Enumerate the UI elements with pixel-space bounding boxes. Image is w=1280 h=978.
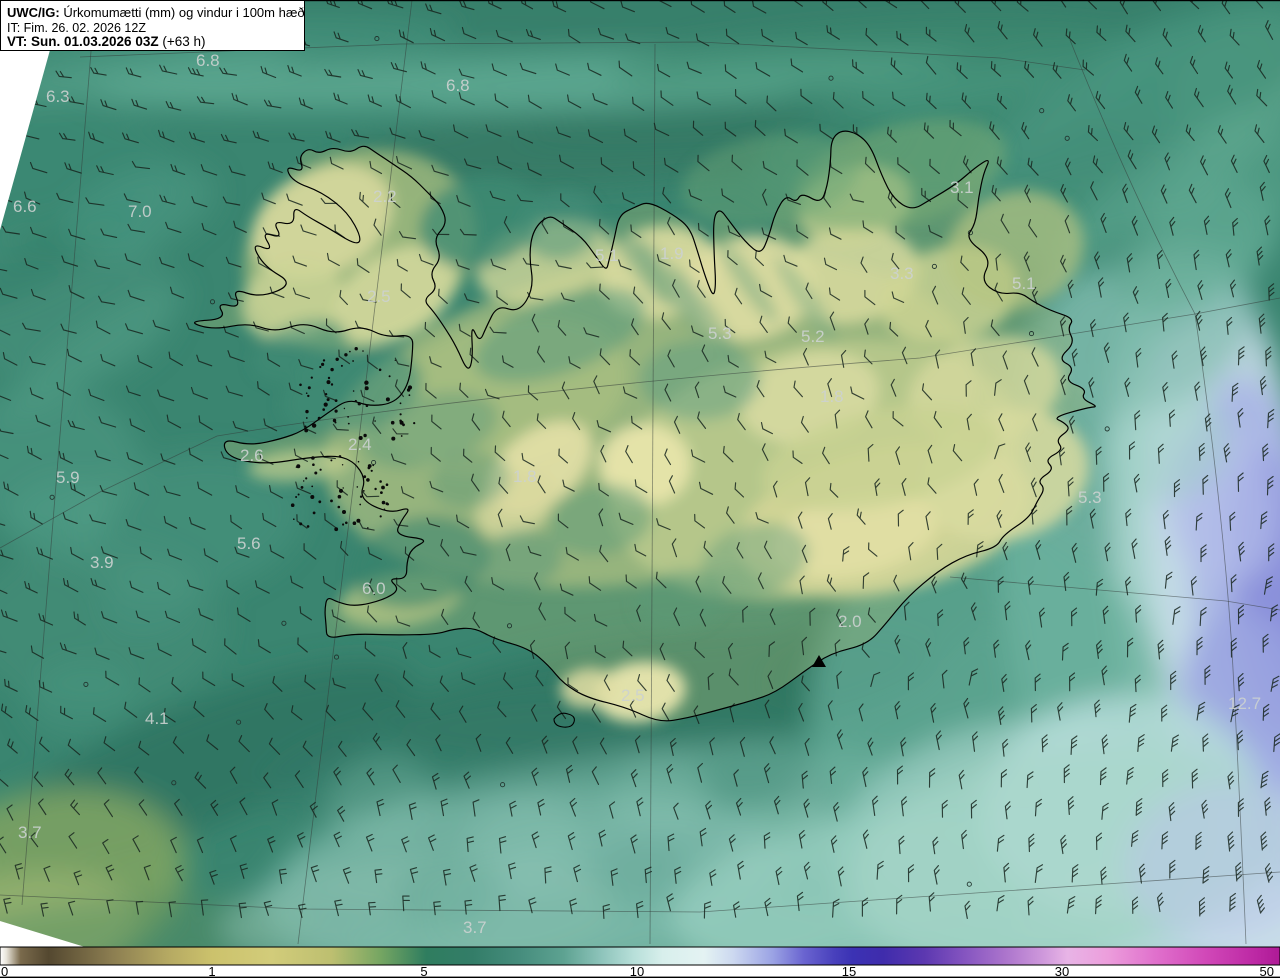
svg-text:6.8: 6.8 (196, 51, 220, 70)
svg-text:UWC/IG: Úrkomumætti (mm) og vi: UWC/IG: Úrkomumætti (mm) og vindur i 100… (7, 5, 305, 20)
svg-text:2.5: 2.5 (367, 287, 391, 306)
svg-text:1.9: 1.9 (660, 244, 684, 263)
svg-text:2.6: 2.6 (240, 446, 264, 465)
svg-text:3.7: 3.7 (18, 823, 42, 842)
svg-text:4.1: 4.1 (145, 709, 169, 728)
svg-text:6.6: 6.6 (13, 197, 37, 216)
svg-text:1: 1 (208, 964, 215, 978)
svg-text:1.8: 1.8 (513, 467, 537, 486)
svg-text:12.7: 12.7 (1228, 694, 1261, 713)
svg-text:2.4: 2.4 (348, 435, 372, 454)
svg-text:IT: Fim. 26. 02. 2026 12Z: IT: Fim. 26. 02. 2026 12Z (7, 21, 146, 35)
svg-text:15: 15 (842, 964, 856, 978)
svg-text:VT: Sun. 01.03.2026 03Z (+63 h: VT: Sun. 01.03.2026 03Z (+63 h) (7, 34, 206, 49)
svg-text:10: 10 (630, 964, 644, 978)
svg-text:5.1: 5.1 (595, 246, 619, 265)
svg-text:5.6: 5.6 (237, 534, 261, 553)
svg-text:50: 50 (1260, 964, 1274, 978)
svg-text:5.3: 5.3 (708, 324, 732, 343)
svg-text:6.3: 6.3 (46, 87, 70, 106)
svg-text:1.8: 1.8 (820, 387, 844, 406)
svg-text:2.5: 2.5 (621, 686, 645, 705)
svg-text:2.0: 2.0 (838, 612, 862, 631)
svg-text:3.7: 3.7 (463, 918, 487, 937)
svg-text:3.9: 3.9 (90, 553, 114, 572)
svg-text:5.3: 5.3 (1078, 488, 1102, 507)
svg-text:3.3: 3.3 (890, 264, 914, 283)
svg-text:5.1: 5.1 (1012, 274, 1036, 293)
svg-text:5: 5 (420, 964, 427, 978)
svg-text:5.9: 5.9 (56, 468, 80, 487)
svg-text:0: 0 (1, 964, 8, 978)
svg-text:6.0: 6.0 (362, 579, 386, 598)
svg-text:7.0: 7.0 (128, 202, 152, 221)
svg-text:3.1: 3.1 (950, 178, 974, 197)
svg-text:5.2: 5.2 (801, 327, 825, 346)
svg-text:6.8: 6.8 (446, 76, 470, 95)
svg-text:30: 30 (1055, 964, 1069, 978)
svg-text:2.2: 2.2 (373, 187, 397, 206)
